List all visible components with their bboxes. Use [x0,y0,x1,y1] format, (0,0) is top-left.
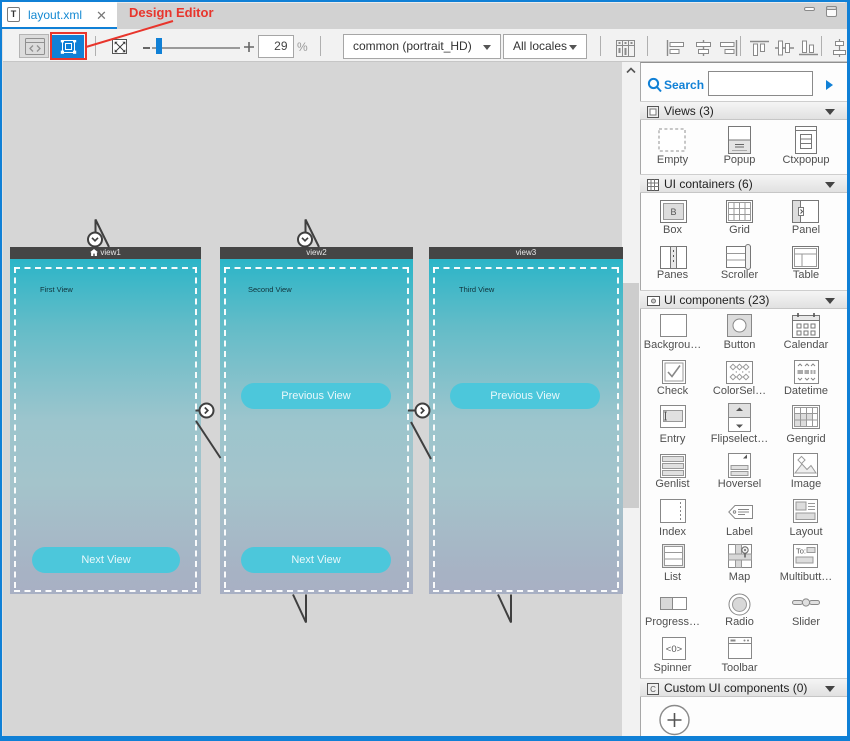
svg-text:C: C [650,685,656,694]
svg-text:B: B [670,207,676,217]
svg-text:<0>: <0> [666,644,683,655]
svg-text:To:: To: [796,546,806,555]
